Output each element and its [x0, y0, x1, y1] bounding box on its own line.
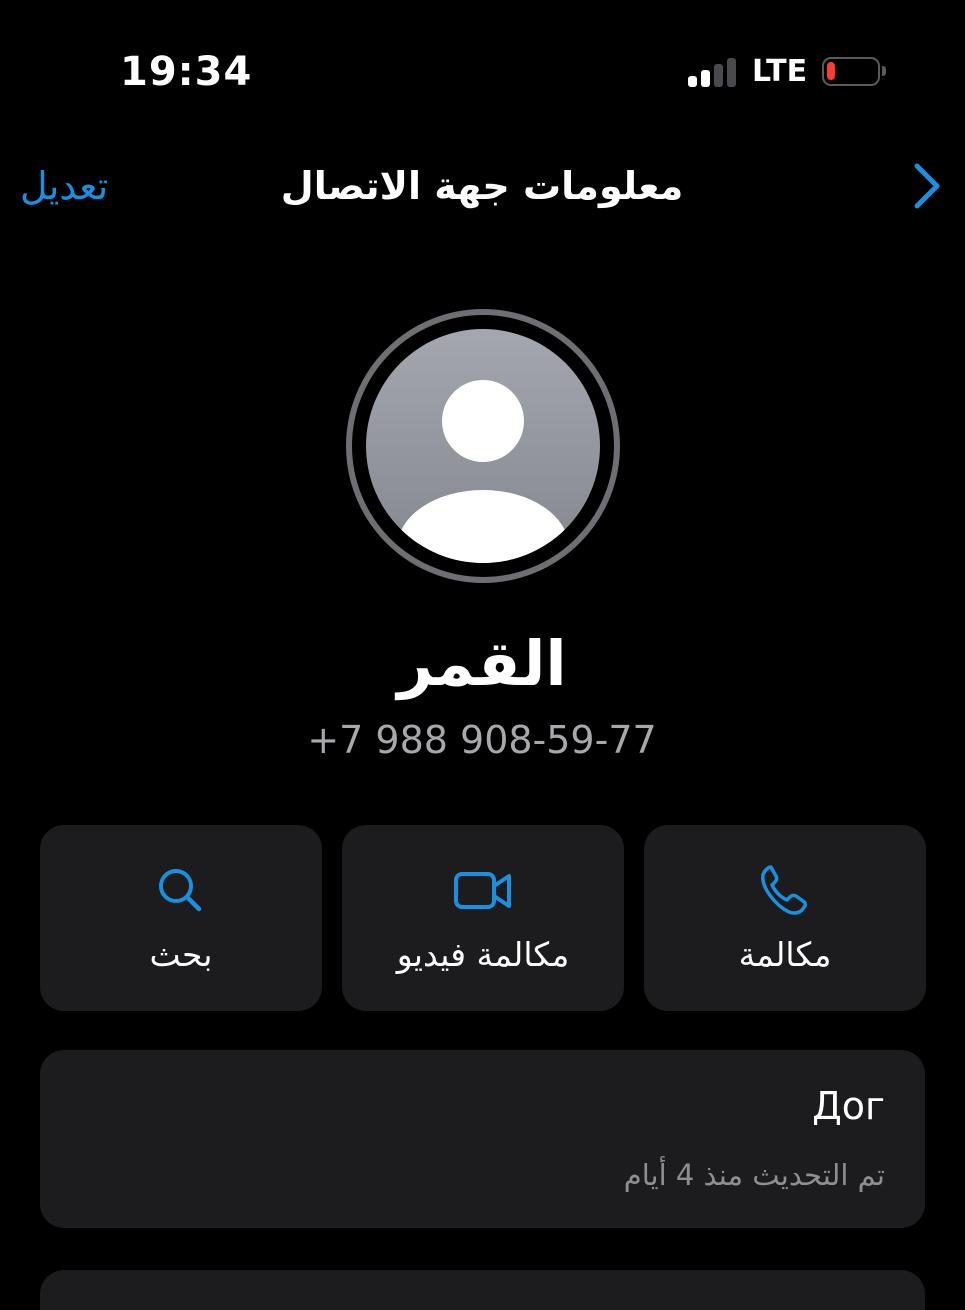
- search-icon: [159, 869, 202, 912]
- signal-bar: [714, 64, 723, 87]
- battery-level-fill: [827, 62, 835, 80]
- signal-strength-icon: [688, 57, 738, 87]
- search-button[interactable]: بحث: [40, 825, 322, 1011]
- battery-icon: [822, 57, 880, 86]
- contact-phone[interactable]: +7 988 908-59-77: [232, 714, 732, 766]
- back-button[interactable]: [905, 162, 951, 210]
- signal-bar: [688, 76, 697, 87]
- contact-name: القمر: [397, 627, 567, 700]
- chevron-right-icon: [914, 163, 940, 209]
- person-silhouette-icon: [346, 309, 620, 583]
- status-bar: 19:34 LTE: [0, 0, 965, 130]
- call-button[interactable]: مكالمة: [644, 825, 926, 1011]
- next-section-card: [40, 1270, 925, 1310]
- video-camera-icon: [454, 872, 511, 909]
- page-title: معلومات جهة الاتصال: [280, 164, 684, 208]
- network-type-label: LTE: [752, 54, 808, 89]
- signal-bar: [727, 58, 736, 87]
- video-call-button-label: مكالمة فيديو: [396, 935, 570, 974]
- contact-updated-label: تم التحديث منذ 4 أيام: [623, 1158, 885, 1192]
- phone-icon: [761, 865, 808, 915]
- battery-tip: [882, 66, 886, 76]
- signal-bar: [701, 70, 710, 87]
- call-button-label: مكالمة: [738, 935, 832, 974]
- video-call-button[interactable]: مكالمة فيديو: [342, 825, 624, 1011]
- search-button-label: بحث: [149, 935, 213, 974]
- status-time: 19:34: [120, 49, 253, 95]
- avatar[interactable]: [345, 308, 621, 584]
- contact-note-title: Дог: [812, 1084, 885, 1128]
- contact-note-card[interactable]: Дог تم التحديث منذ 4 أيام: [40, 1050, 925, 1228]
- edit-button[interactable]: تعديل: [20, 160, 108, 212]
